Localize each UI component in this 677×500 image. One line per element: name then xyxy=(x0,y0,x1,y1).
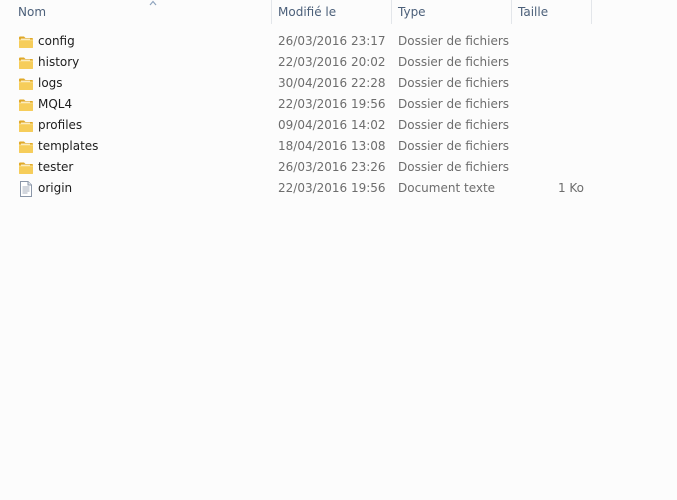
folder-icon xyxy=(18,160,34,176)
column-header-modified-label: Modifié le xyxy=(278,5,337,19)
file-name: profiles xyxy=(38,118,83,132)
file-size xyxy=(512,73,584,94)
folder-icon xyxy=(18,55,34,71)
file-modified-date: 22/03/2016 19:56 xyxy=(278,97,386,111)
file-type: Dossier de fichiers xyxy=(398,139,510,153)
file-modified-date: 18/04/2016 13:08 xyxy=(278,139,386,153)
file-modified-date: 26/03/2016 23:26 xyxy=(278,160,386,174)
file-size xyxy=(512,157,584,178)
file-row[interactable]: templates 18/04/2016 13:08 Dossier de fich… xyxy=(0,136,677,157)
file-row[interactable]: MQL4 22/03/2016 19:56 Dossier de fichiers xyxy=(0,94,677,115)
folder-icon xyxy=(18,97,34,113)
column-header-name-label: Nom xyxy=(18,5,47,19)
folder-icon xyxy=(18,34,34,50)
file-row[interactable]: history 22/03/2016 20:02 Dossier de fichie… xyxy=(0,52,677,73)
file-size xyxy=(512,115,584,136)
file-name: templates xyxy=(38,139,99,153)
file-type: Dossier de fichiers xyxy=(398,118,510,132)
file-row[interactable]: profiles 09/04/2016 14:02 Dossier de fichi… xyxy=(0,115,677,136)
file-name: history xyxy=(38,55,80,69)
file-modified-date: 26/03/2016 23:17 xyxy=(278,34,386,48)
file-explorer-details-view: Nom Modifié le Type Taille config 26/03/2… xyxy=(0,0,677,500)
file-size xyxy=(512,136,584,157)
column-header-size-label: Taille xyxy=(518,5,549,19)
file-size: 1 Ko xyxy=(557,181,584,195)
file-modified-date: 09/04/2016 14:02 xyxy=(278,118,386,132)
file-name: config xyxy=(38,34,75,48)
file-modified-date: 22/03/2016 19:56 xyxy=(278,181,386,195)
file-row[interactable]: tester 26/03/2016 23:26 Dossier de fichier… xyxy=(0,157,677,178)
folder-icon xyxy=(18,118,34,134)
file-list: config 26/03/2016 23:17 Dossier de fichier… xyxy=(0,31,677,199)
file-type: Dossier de fichiers xyxy=(398,76,510,90)
file-modified-date: 30/04/2016 22:28 xyxy=(278,76,386,90)
folder-icon xyxy=(18,76,34,92)
file-type: Dossier de fichiers xyxy=(398,55,510,69)
file-name: MQL4 xyxy=(38,97,73,111)
file-row[interactable]: config 26/03/2016 23:17 Dossier de fichier… xyxy=(0,31,677,52)
file-type: Document texte xyxy=(398,181,496,195)
file-modified-date: 22/03/2016 20:02 xyxy=(278,55,386,69)
column-header-bar: Nom Modifié le Type Taille xyxy=(0,0,677,24)
file-size xyxy=(512,31,584,52)
column-header-name[interactable]: Nom xyxy=(12,0,272,24)
file-type: Dossier de fichiers xyxy=(398,160,510,174)
file-type: Dossier de fichiers xyxy=(398,34,510,48)
column-header-size[interactable]: Taille xyxy=(512,0,592,24)
file-name: origin xyxy=(38,181,73,195)
file-size xyxy=(512,52,584,73)
file-name: logs xyxy=(38,76,63,90)
folder-icon xyxy=(18,139,34,155)
column-header-modified[interactable]: Modifié le xyxy=(272,0,392,24)
text-document-icon xyxy=(18,181,34,197)
file-type: Dossier de fichiers xyxy=(398,97,510,111)
column-header-type[interactable]: Type xyxy=(392,0,512,24)
file-name: tester xyxy=(38,160,74,174)
column-header-type-label: Type xyxy=(398,5,426,19)
file-size xyxy=(512,94,584,115)
sort-ascending-icon xyxy=(149,0,157,6)
file-row[interactable]: origin 22/03/2016 19:56 Document texte 1 Ko xyxy=(0,178,677,199)
file-row[interactable]: logs 30/04/2016 22:28 Dossier de fichiers xyxy=(0,73,677,94)
